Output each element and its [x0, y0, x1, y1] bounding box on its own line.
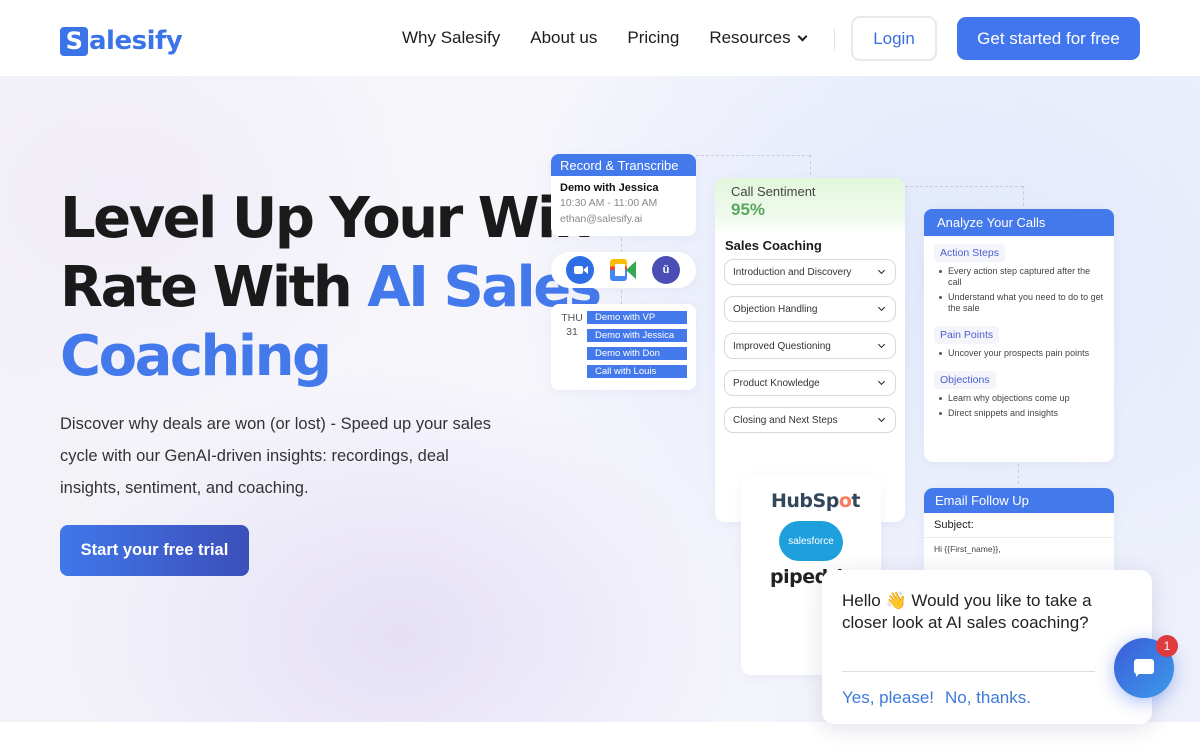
calendar-event[interactable]: Call with Louis: [587, 365, 687, 378]
calendar-event[interactable]: Demo with Don: [587, 347, 687, 360]
coaching-title: Sales Coaching: [725, 238, 822, 253]
hero-subtext: Discover why deals are won (or lost) - S…: [60, 415, 492, 497]
zoom-icon: [566, 256, 594, 284]
hubspot-sprocket: o: [838, 490, 852, 512]
chat-no-button[interactable]: No, thanks.: [945, 688, 1031, 708]
section-tag: Objections: [934, 371, 996, 389]
logo-initial: S: [60, 26, 88, 56]
coaching-item[interactable]: Objection Handling: [724, 296, 896, 322]
sentiment-value: 95%: [731, 200, 766, 219]
meeting-email: ethan@salesify.ai: [560, 213, 643, 225]
calendar-card: THU 31 Demo with VP Demo with Jessica De…: [551, 304, 696, 390]
record-transcribe-card: Record & Transcribe Demo with Jessica 10…: [551, 154, 696, 236]
connector-line: [1018, 464, 1019, 484]
section-tag: Action Steps: [934, 244, 1005, 262]
calendar-day-number: 31: [566, 326, 578, 338]
chat-popup: Hello 👋 Would you like to take a closer …: [822, 570, 1152, 724]
calendar-date: THU 31: [557, 311, 587, 390]
nav-pricing[interactable]: Pricing: [627, 28, 679, 48]
connector-line: [1023, 186, 1024, 206]
connector-line: [810, 155, 811, 175]
nav-why-salesify[interactable]: Why Salesify: [402, 28, 500, 48]
sentiment-label: Call Sentiment: [731, 184, 816, 199]
coaching-item-label: Objection Handling: [733, 303, 818, 315]
nav-divider: [834, 28, 835, 50]
nav-resources-dropdown[interactable]: Resources: [709, 28, 808, 48]
calendar-event[interactable]: Demo with VP: [587, 311, 687, 324]
call-sentiment: Call Sentiment 95%: [715, 178, 905, 234]
chat-divider: [842, 671, 1095, 672]
google-meet-icon: [610, 259, 636, 281]
analyze-card-title: Analyze Your Calls: [924, 209, 1114, 236]
connector-line: [621, 238, 622, 252]
coaching-item[interactable]: Product Knowledge: [724, 370, 896, 396]
salesify-logo[interactable]: S alesify: [60, 26, 183, 56]
chevron-down-icon: [877, 377, 886, 386]
coaching-item[interactable]: Closing and Next Steps: [724, 407, 896, 433]
email-card-title: Email Follow Up: [924, 488, 1114, 513]
meeting-title: Demo with Jessica: [560, 182, 659, 194]
nav-resources-label: Resources: [709, 28, 791, 47]
bullet: Understand what you need to do to get th…: [939, 292, 1106, 314]
bullet: Learn why objections come up: [939, 393, 1106, 404]
chevron-down-icon: [877, 303, 886, 312]
calendar-event[interactable]: Demo with Jessica: [587, 329, 687, 342]
hubspot-logo: HubSpot: [771, 490, 860, 512]
chat-notification-badge: 1: [1156, 635, 1178, 657]
chat-message: Hello 👋 Would you like to take a closer …: [842, 591, 1092, 632]
connector-line: [621, 290, 622, 304]
sales-coaching-card: Call Sentiment 95% Sales Coaching Introd…: [715, 178, 905, 522]
nav-about-us[interactable]: About us: [530, 28, 597, 48]
connector-line: [696, 155, 810, 156]
coaching-item-label: Introduction and Discovery: [733, 266, 852, 278]
section-bullets: Learn why objections come up Direct snip…: [924, 389, 1114, 419]
coaching-item[interactable]: Introduction and Discovery: [724, 259, 896, 285]
coaching-item-label: Product Knowledge: [733, 377, 820, 389]
connector-line: [905, 186, 1023, 187]
chat-yes-button[interactable]: Yes, please!: [842, 688, 934, 708]
bullet: Direct snippets and insights: [939, 408, 1106, 419]
section-tag: Pain Points: [934, 326, 1000, 344]
calendar-events: Demo with VP Demo with Jessica Demo with…: [587, 311, 687, 390]
hubspot-text-a: HubSp: [771, 490, 839, 512]
meeting-time: 10:30 AM - 11:00 AM: [560, 197, 658, 209]
chevron-down-icon: [877, 414, 886, 423]
hubspot-text-b: t: [851, 490, 860, 512]
headline-line-2: Rate With: [60, 255, 368, 320]
chevron-down-icon: [797, 31, 808, 41]
analyze-calls-card: Analyze Your Calls Action Steps Every ac…: [924, 209, 1114, 462]
hero-headline: Level Up Your Win Rate With AI Sales Coa…: [60, 184, 602, 391]
section-bullets: Every action step captured after the cal…: [924, 262, 1114, 314]
teams-icon: ŭ: [652, 256, 680, 284]
chevron-down-icon: [877, 266, 886, 275]
email-subject: Subject:: [924, 513, 1114, 538]
record-card-title: Record & Transcribe: [551, 154, 696, 176]
section-bullets: Uncover your prospects pain points: [924, 344, 1114, 359]
email-body: Hi {{First_name}},: [934, 544, 1001, 554]
headline-line-1: Level Up Your Win: [60, 186, 594, 251]
coaching-list: Introduction and Discovery Objection Han…: [715, 253, 905, 433]
get-started-button[interactable]: Get started for free: [957, 17, 1140, 60]
chat-bubble-icon: [1134, 659, 1154, 677]
chevron-down-icon: [877, 340, 886, 349]
logo-text: alesify: [89, 26, 183, 56]
coaching-item[interactable]: Improved Questioning: [724, 333, 896, 359]
coaching-item-label: Improved Questioning: [733, 340, 831, 352]
meeting-platforms: ŭ: [551, 252, 696, 288]
bullet: Every action step captured after the cal…: [939, 266, 1106, 288]
nav-links: Why Salesify About us Pricing Resources: [402, 28, 836, 48]
calendar-day-name: THU: [561, 312, 583, 324]
login-button[interactable]: Login: [851, 16, 937, 61]
top-nav: S alesify Why Salesify About us Pricing …: [0, 0, 1200, 76]
coaching-item-label: Closing and Next Steps: [733, 414, 838, 426]
start-free-trial-button[interactable]: Start your free trial: [60, 525, 249, 576]
headline-highlight-2: Coaching: [60, 324, 332, 389]
salesforce-logo: salesforce: [779, 521, 843, 561]
bullet: Uncover your prospects pain points: [939, 348, 1106, 359]
